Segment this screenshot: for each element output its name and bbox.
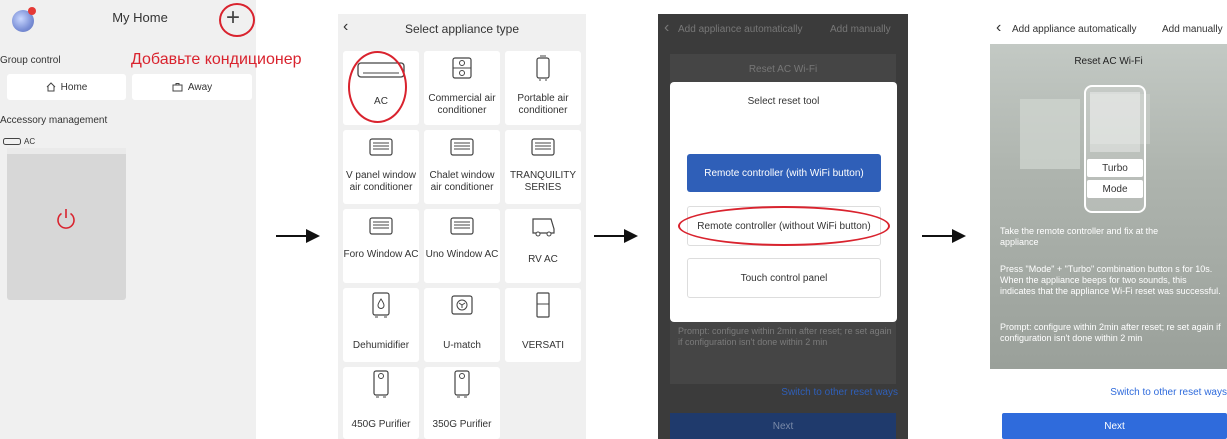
arrow-1 (276, 229, 320, 243)
turbo-button-label: Turbo (1087, 159, 1143, 177)
commercial-ac-icon (452, 57, 472, 79)
tile-label: V panel window air conditioner (345, 170, 417, 193)
window-ac-icon (450, 217, 474, 235)
accessory-management-label: Accessory management (0, 115, 108, 126)
highlight-circle (678, 206, 890, 246)
reset-tool-dialog: Select reset tool Remote controller (wit… (670, 82, 897, 322)
prompt-text: Prompt: configure within 2min after rese… (1000, 322, 1221, 343)
versati-icon (536, 292, 550, 318)
tile-uno-window-ac[interactable]: Uno Window AC (424, 209, 500, 283)
purifier-icon (454, 370, 470, 398)
remote-screen (1090, 92, 1140, 152)
window-ac-icon (531, 138, 555, 156)
home-icon (46, 82, 56, 92)
tile-label: Dehumidifier (352, 340, 410, 351)
ac-unit-icon (3, 137, 21, 145)
window-ac-icon (450, 138, 474, 156)
window-ac-icon (369, 138, 393, 156)
back-chevron-icon[interactable]: ‹ (996, 19, 1001, 37)
instruction-step-2: Press "Mode" + "Turbo" combination butto… (1000, 264, 1221, 296)
highlight-circle (219, 3, 255, 37)
u-match-icon (451, 295, 473, 315)
reset-instructions-screen: ‹ Add appliance automatically Add manual… (990, 14, 1227, 439)
ac-device-row[interactable]: AC (0, 134, 256, 148)
select-appliance-screen: ‹ Select appliance type AC Commercial ai… (338, 14, 586, 439)
tab-add-automatically[interactable]: Add appliance automatically (678, 24, 803, 35)
option-remote-with-wifi[interactable]: Remote controller (with WiFi button) (687, 154, 881, 192)
dialog-title: Select reset tool (747, 96, 820, 107)
dehumidifier-icon (372, 292, 390, 318)
tile-commercial-ac[interactable]: Commercial air conditioner (424, 51, 500, 125)
tile-label: RV AC (528, 254, 558, 265)
tile-label: Uno Window AC (425, 249, 499, 260)
tile-u-match[interactable]: U-match (424, 288, 500, 362)
reset-title: Reset AC Wi-Fi (1074, 56, 1143, 67)
page-title: Select appliance type (404, 22, 520, 36)
tile-label: Chalet window air conditioner (429, 170, 495, 193)
rv-ac-icon (532, 218, 555, 237)
tile-v-panel-window-ac[interactable]: V panel window air conditioner (343, 130, 419, 204)
reset-title: Reset AC Wi-Fi (748, 64, 818, 75)
page-title: My Home (112, 10, 168, 25)
back-chevron-icon[interactable]: ‹ (664, 19, 669, 37)
suitcase-icon (172, 83, 183, 92)
option-touch-panel[interactable]: Touch control panel (687, 258, 881, 298)
tab-add-manually[interactable]: Add manually (1162, 24, 1223, 35)
mode-button-label: Mode (1087, 180, 1143, 198)
tile-foro-window-ac[interactable]: Foro Window AC (343, 209, 419, 283)
tile-label: 350G Purifier (432, 419, 492, 430)
tile-label: U-match (443, 340, 481, 351)
away-label: Away (187, 81, 213, 93)
tile-label: TRANQUILITY SERIES (509, 170, 577, 193)
notification-dot (28, 7, 36, 15)
home-mode-button[interactable]: Home (7, 74, 126, 100)
tile-label: Commercial air conditioner (428, 93, 496, 116)
switch-reset-link[interactable]: Switch to other reset ways (1070, 387, 1227, 398)
ac-device-label: AC (24, 136, 36, 146)
switch-reset-link[interactable]: Switch to other reset ways (768, 387, 898, 398)
tile-rv-ac[interactable]: RV AC (505, 209, 581, 283)
tile-dehumidifier[interactable]: Dehumidifier (343, 288, 419, 362)
arrow-2 (594, 229, 638, 243)
highlight-circle (348, 51, 407, 123)
power-icon[interactable] (53, 206, 79, 232)
tile-450g-purifier[interactable]: 450G Purifier (343, 367, 419, 439)
instruction-step-1: Take the remote controller and fix at th… (1000, 226, 1159, 247)
tile-350g-purifier[interactable]: 350G Purifier (424, 367, 500, 439)
prompt-text: Prompt: configure within 2min after rese… (678, 326, 892, 347)
tile-chalet-window-ac[interactable]: Chalet window air conditioner (424, 130, 500, 204)
ac-device-card[interactable] (7, 148, 126, 300)
next-button[interactable]: Next (670, 413, 896, 439)
tile-tranquility-series[interactable]: TRANQUILITY SERIES (505, 130, 581, 204)
tile-label: Portable air conditioner (517, 93, 569, 116)
tab-add-manually[interactable]: Add manually (830, 24, 891, 35)
tile-versati[interactable]: VERSATI (505, 288, 581, 362)
tile-label: 450G Purifier (351, 419, 411, 430)
away-mode-button[interactable]: Away (132, 74, 252, 100)
annotation-text: Добавьте кондиционер (131, 51, 302, 68)
tab-add-automatically[interactable]: Add appliance automatically (1012, 24, 1137, 35)
tile-label: Foro Window AC (343, 249, 419, 260)
group-control-label: Group control (0, 55, 61, 66)
arrow-3 (922, 229, 966, 243)
next-button[interactable]: Next (1002, 413, 1227, 439)
purifier-icon (373, 370, 389, 398)
home-label: Home (60, 81, 88, 93)
window-ac-icon (369, 217, 393, 235)
tile-portable-ac[interactable]: Portable air conditioner (505, 51, 581, 125)
tile-label: VERSATI (521, 340, 565, 351)
portable-ac-icon (536, 55, 550, 81)
